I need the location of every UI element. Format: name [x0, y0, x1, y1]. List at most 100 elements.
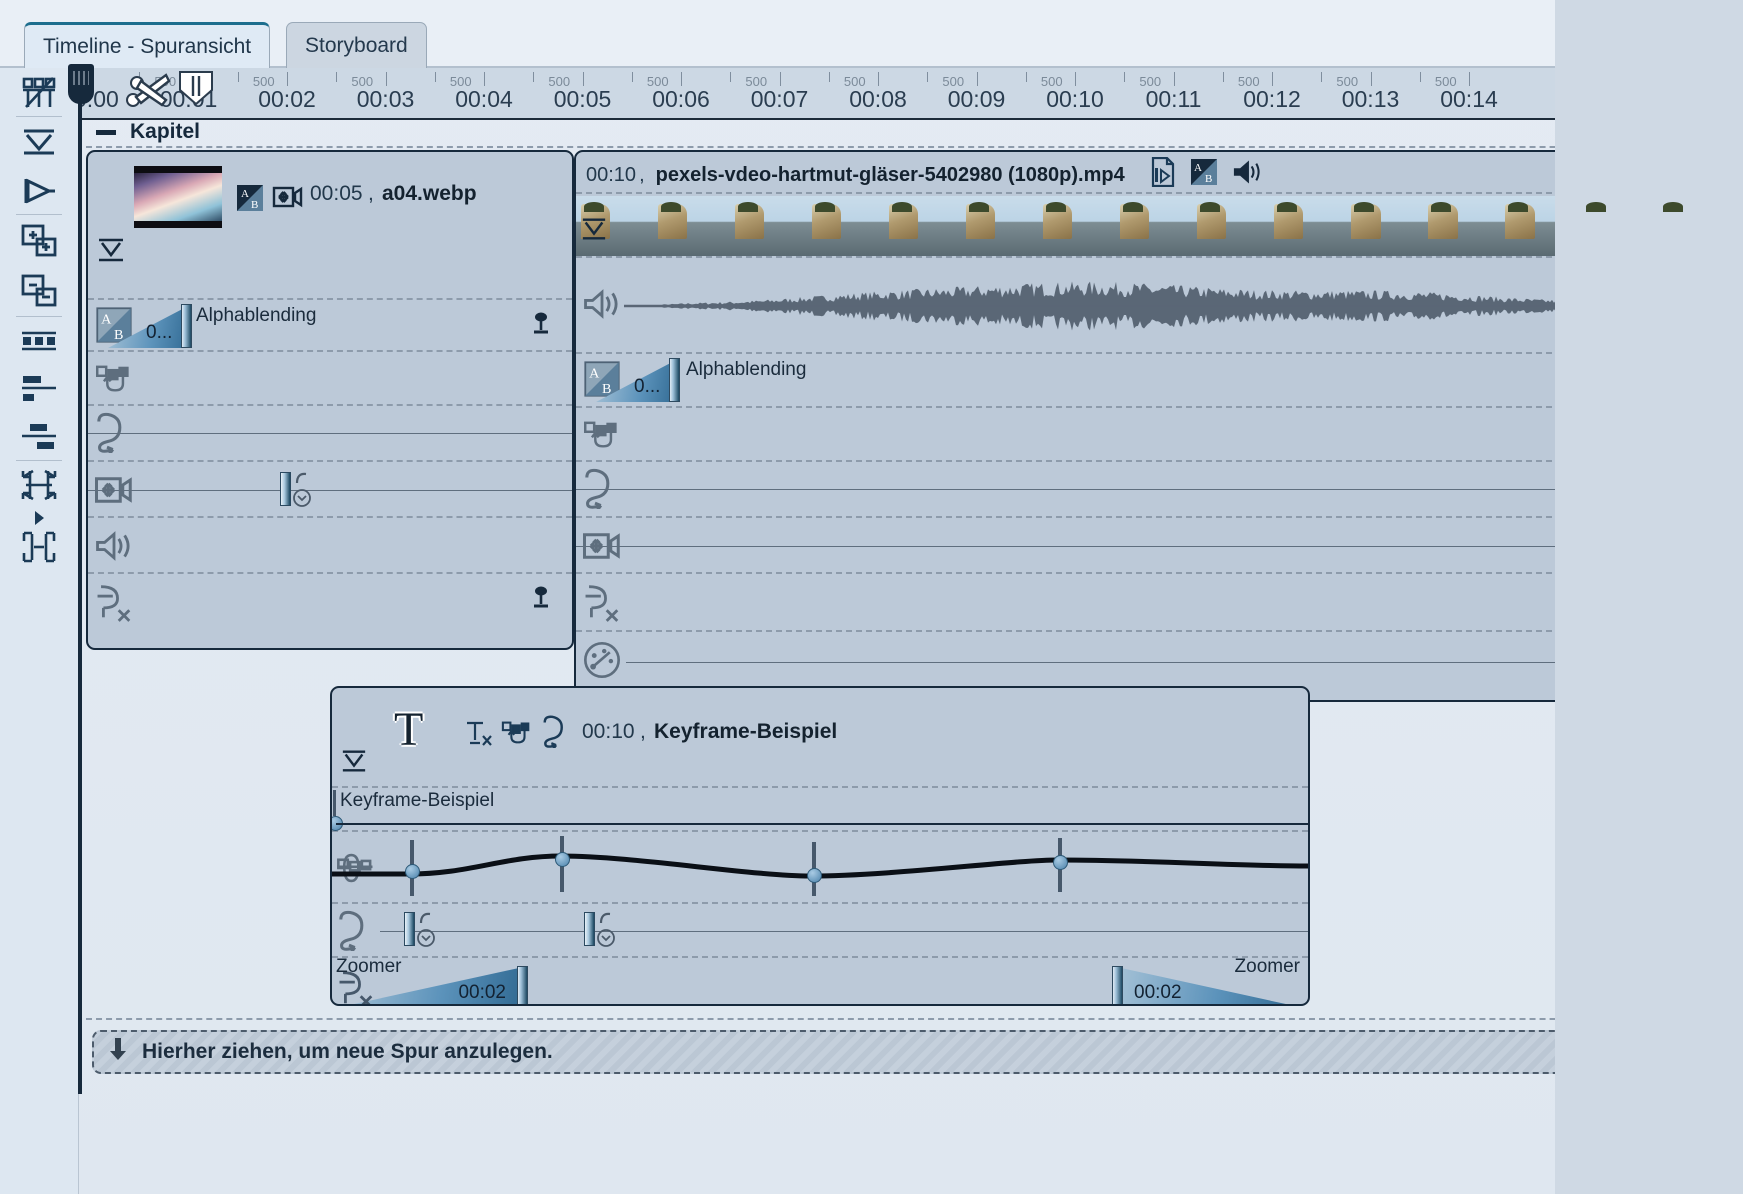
snap-marker-icon[interactable] — [580, 216, 608, 247]
align-left-icon[interactable] — [14, 368, 64, 410]
track-row-transition[interactable]: A B 0... Alphablending — [88, 298, 572, 352]
speaker-icon[interactable] — [1232, 159, 1262, 191]
ruler-tick — [878, 72, 879, 86]
fit-all-icon[interactable] — [14, 526, 64, 568]
video-thumbnail — [653, 196, 730, 256]
ruler-tick — [1371, 72, 1372, 86]
transition-ab-icon[interactable]: A B — [236, 184, 264, 218]
rotate-loop-icon[interactable] — [336, 910, 376, 950]
zoomer-duration-left: 00:02 — [458, 982, 506, 1004]
add-track-icon[interactable] — [14, 220, 64, 262]
new-track-dropzone[interactable]: Hierher ziehen, um neue Spur anzulegen. — [92, 1030, 1722, 1074]
range-marker-icon[interactable] — [14, 170, 64, 212]
effects-chain-icon[interactable] — [582, 414, 622, 454]
clip-name: a04.webp — [382, 182, 477, 206]
clock-icon[interactable] — [416, 928, 436, 953]
clock-icon[interactable] — [292, 488, 312, 513]
ruler-label: 00:13 — [1342, 86, 1400, 113]
video-thumbnail — [1270, 196, 1347, 256]
keyframe-handle[interactable] — [404, 912, 415, 946]
ruler-subtick — [1026, 72, 1027, 82]
tab-timeline-spuransicht[interactable]: Timeline - Spuransicht — [24, 22, 270, 68]
ruler-label: 00:06 — [652, 86, 710, 113]
media-file-icon[interactable] — [1150, 157, 1176, 193]
rotate-loop-icon[interactable] — [582, 468, 622, 508]
track-row-motion[interactable] — [88, 406, 572, 462]
pin-icon[interactable] — [532, 586, 550, 608]
in-out-marker-icon[interactable] — [176, 70, 216, 113]
timeline-app: Timeline - Spuransicht Storyboard — [0, 0, 1743, 1194]
track-row-fx-curve[interactable] — [88, 574, 572, 632]
effects-chain-icon[interactable] — [500, 716, 534, 754]
keyframe-handle[interactable] — [280, 472, 291, 506]
track-row-zoomer[interactable]: Zoomer 00:02 Zoomer 00:02 — [332, 958, 1308, 1006]
ruler-subtick — [632, 72, 633, 82]
svg-text:A: A — [241, 188, 249, 200]
split-scissors-icon[interactable] — [122, 70, 174, 119]
left-toolbar — [0, 68, 79, 1194]
ruler-tick — [1075, 72, 1076, 86]
ruler-tick — [484, 72, 485, 86]
transition-fade-handle[interactable]: 0... — [596, 358, 680, 402]
video-thumbnail — [1115, 196, 1192, 256]
zoomer-label-left: Zoomer — [336, 956, 401, 978]
track-row-pan-crop[interactable] — [88, 462, 572, 518]
chapter-divider — [86, 146, 1726, 148]
transition-ab-icon[interactable]: A B — [1190, 158, 1218, 192]
ruler-tick — [1272, 72, 1273, 86]
playhead-grip[interactable] — [68, 64, 94, 104]
speed-gauge-icon[interactable] — [582, 640, 622, 680]
snap-marker-icon[interactable] — [340, 748, 368, 780]
clip-duration: 00:10 — [586, 164, 636, 187]
drop-divider — [86, 1018, 1726, 1020]
title-track-line — [336, 823, 1308, 825]
toolbar-more-arrow-icon[interactable] — [14, 508, 64, 528]
timeline-ruler[interactable]: 00:0050000:0150000:0250000:0350000:04500… — [78, 68, 1743, 120]
timeline-mode-icon[interactable] — [14, 72, 64, 114]
track-row-audio[interactable] — [88, 518, 572, 574]
snap-marker-icon[interactable] — [96, 236, 126, 270]
keyframe-dot[interactable] — [807, 868, 822, 883]
effect-curve-icon[interactable] — [582, 582, 622, 622]
effect-curve-icon[interactable] — [94, 582, 134, 622]
keyframe-dot[interactable] — [1053, 855, 1068, 870]
pin-icon[interactable] — [532, 312, 550, 334]
arrow-down-icon — [108, 1036, 128, 1068]
keyframe-handle[interactable] — [584, 912, 595, 946]
tab-storyboard[interactable]: Storyboard — [286, 22, 427, 68]
volume-icon[interactable] — [94, 526, 134, 566]
track-row-title-text[interactable]: Keyframe-Beispiel — [332, 786, 1308, 832]
transition-fade-handle[interactable]: 0... — [108, 304, 192, 348]
effects-chain-icon[interactable] — [94, 358, 134, 398]
clip-title-keyframe[interactable]: T 00:10 — [330, 686, 1310, 1006]
track-row-motion-keys[interactable] — [332, 904, 1308, 958]
chapter-collapse-icon[interactable] — [96, 130, 116, 135]
transition-label: Alphablending — [686, 359, 806, 381]
svg-text:B: B — [1205, 173, 1212, 185]
clip-thumbnail — [134, 166, 222, 228]
pan-crop-icon[interactable] — [272, 184, 304, 216]
track-row-keyframe-curve[interactable] — [332, 832, 1308, 904]
ruler-tick — [977, 72, 978, 86]
rotate-loop-icon[interactable] — [94, 412, 134, 452]
keyframe-dot[interactable] — [405, 864, 420, 879]
ruler-label: 00:04 — [455, 86, 513, 113]
rotate-loop-icon[interactable] — [540, 714, 574, 754]
volume-icon[interactable] — [582, 284, 622, 324]
filmstrip-icon[interactable] — [14, 320, 64, 362]
ruler-label: 00:08 — [849, 86, 907, 113]
transition-label: Alphablending — [196, 305, 316, 327]
chapter-bar[interactable]: Kapitel — [86, 118, 1726, 146]
track-row-effects[interactable] — [88, 352, 572, 406]
remove-track-icon[interactable] — [14, 270, 64, 312]
snap-to-object-icon[interactable] — [14, 120, 64, 162]
align-right-icon[interactable] — [14, 416, 64, 458]
clock-icon[interactable] — [596, 928, 616, 953]
keyframe-dot[interactable] — [555, 852, 570, 867]
title-track-label: Keyframe-Beispiel — [340, 790, 494, 812]
keyframe-curve[interactable] — [332, 832, 1308, 904]
clip-image-a04[interactable]: A B 00:05 , a04.webp — [86, 150, 574, 650]
fit-horizontal-icon[interactable] — [14, 464, 64, 506]
text-fx-icon[interactable] — [464, 718, 494, 754]
playhead[interactable] — [78, 64, 82, 1094]
